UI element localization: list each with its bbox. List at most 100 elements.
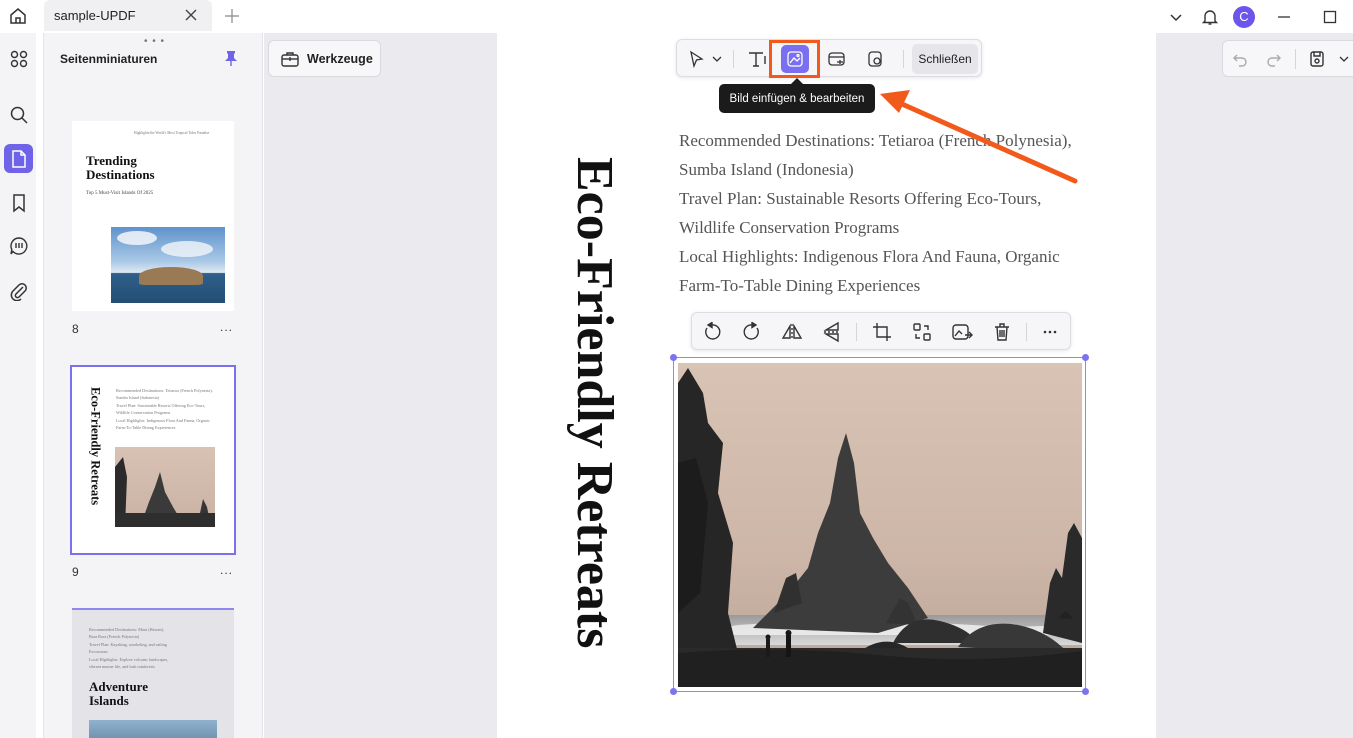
body-line: Farm-To-Table Dining Experiences bbox=[679, 271, 1089, 300]
rail-search-button[interactable] bbox=[4, 100, 33, 129]
flip-vertical-button[interactable] bbox=[818, 318, 846, 346]
account-button[interactable]: C bbox=[1227, 0, 1261, 33]
thumb-9-line: Sumba Island (Indonesia) bbox=[116, 394, 228, 401]
thumb-9-line: Farm-To-Table Dining Experiences bbox=[116, 424, 228, 431]
rotate-left-button[interactable] bbox=[698, 318, 726, 346]
pages-icon bbox=[10, 149, 28, 169]
rail-bookmarks-button[interactable] bbox=[4, 188, 33, 217]
undo-button[interactable] bbox=[1223, 40, 1257, 77]
workspace: Werkzeuge Eco-Friendly Retreats bbox=[264, 33, 1353, 738]
body-line: Travel Plan: Sustainable Resorts Offerin… bbox=[679, 184, 1089, 213]
rotate-right-icon bbox=[742, 322, 762, 342]
grid-icon bbox=[9, 49, 29, 69]
new-tab-icon[interactable] bbox=[222, 6, 242, 26]
page-image[interactable] bbox=[678, 363, 1082, 687]
thumb-10-image bbox=[89, 720, 217, 738]
resize-handle-top-right[interactable] bbox=[1082, 354, 1089, 361]
pin-icon[interactable] bbox=[224, 50, 238, 66]
thumbnail-page-9[interactable]: Eco-Friendly Retreats Recommended Destin… bbox=[72, 367, 234, 553]
body-line: Recommended Destinations: Tetiaroa (Fren… bbox=[679, 126, 1089, 155]
rail-attachments-button[interactable] bbox=[4, 276, 33, 305]
add-link-button[interactable] bbox=[823, 45, 851, 73]
resize-handle-bottom-right[interactable] bbox=[1082, 688, 1089, 695]
thumb-10-line: Travel Plan: Kayaking, snorkeling, and s… bbox=[89, 641, 219, 648]
thumb-10-line: vibrant marine life, and lush rainforest… bbox=[89, 663, 219, 670]
extract-image-icon bbox=[951, 322, 973, 342]
home-button[interactable] bbox=[4, 4, 32, 28]
thumb-8-image bbox=[111, 227, 225, 303]
thumbnail-page-10[interactable]: Recommended Destinations: Maui (Hawaii),… bbox=[72, 608, 234, 738]
thumbnails-panel: • • • Seitenminiaturen Highlights/the Wo… bbox=[43, 33, 263, 738]
crop-icon bbox=[872, 322, 892, 342]
redo-icon bbox=[1266, 51, 1282, 67]
close-edit-button[interactable]: Schließen bbox=[912, 44, 978, 74]
page-vertical-title[interactable]: Eco-Friendly Retreats bbox=[557, 123, 631, 683]
edit-toolbar: Schließen bbox=[676, 39, 982, 77]
tools-button[interactable]: Werkzeuge bbox=[268, 40, 381, 77]
tools-label: Werkzeuge bbox=[307, 52, 373, 66]
text-icon bbox=[747, 50, 767, 68]
delete-image-button[interactable] bbox=[988, 318, 1016, 346]
page-body-text[interactable]: Recommended Destinations: Tetiaroa (Fren… bbox=[679, 126, 1089, 300]
thumb-10-line: Recommended Destinations: Maui (Hawaii), bbox=[89, 626, 219, 633]
flip-horizontal-icon bbox=[781, 322, 803, 342]
thumbnail-page-number: 8 bbox=[72, 322, 79, 336]
chevron-down-icon bbox=[712, 54, 722, 64]
minimize-button[interactable] bbox=[1261, 0, 1307, 33]
more-options-button[interactable] bbox=[1036, 318, 1064, 346]
undo-icon bbox=[1232, 51, 1248, 67]
tooltip: Bild einfügen & bearbeiten bbox=[719, 84, 875, 113]
tab-title: sample-UPDF bbox=[54, 8, 136, 23]
left-icon-rail bbox=[0, 33, 36, 738]
bookmark-icon bbox=[10, 193, 28, 213]
resize-handle-top-left[interactable] bbox=[670, 354, 677, 361]
rail-comments-button[interactable] bbox=[4, 231, 33, 260]
selected-image-frame[interactable] bbox=[673, 357, 1086, 692]
thumb-9-image bbox=[115, 447, 215, 527]
replace-image-button[interactable] bbox=[908, 318, 936, 346]
rotate-right-button[interactable] bbox=[738, 318, 766, 346]
thumb-10-line: Excursions bbox=[89, 648, 219, 655]
notifications-button[interactable] bbox=[1193, 0, 1227, 33]
thumb-10-line: Local Highlights: Explore volcanic lands… bbox=[89, 656, 219, 663]
add-text-button[interactable] bbox=[743, 45, 771, 73]
image-toolbar bbox=[691, 312, 1071, 350]
save-options-button[interactable] bbox=[1334, 40, 1353, 77]
link-box-icon bbox=[827, 50, 847, 68]
replace-image-icon bbox=[912, 322, 932, 342]
save-button[interactable] bbox=[1300, 40, 1334, 77]
history-toolbar bbox=[1222, 40, 1353, 77]
maximize-button[interactable] bbox=[1307, 0, 1353, 33]
watermark-button[interactable] bbox=[861, 45, 889, 73]
toolbox-icon bbox=[280, 50, 300, 68]
flip-horizontal-button[interactable] bbox=[778, 318, 806, 346]
thumb-8-subheading: Top 5 Must-Visit Islands Of 2025 bbox=[86, 191, 153, 196]
panel-grip-icon[interactable]: • • • bbox=[144, 36, 165, 47]
thumb-8-top-text: Highlights/the World's Most Tropical Tid… bbox=[134, 131, 209, 135]
resize-handle-bottom-left[interactable] bbox=[670, 688, 677, 695]
thumbnail-more-button[interactable]: ... bbox=[220, 320, 233, 334]
select-tool-dropdown[interactable] bbox=[709, 45, 725, 73]
document-tab[interactable]: sample-UPDF bbox=[44, 0, 212, 31]
title-bar: sample-UPDF C bbox=[0, 0, 1353, 33]
tabs-dropdown-button[interactable] bbox=[1159, 0, 1193, 33]
rail-organize-button[interactable] bbox=[4, 44, 33, 73]
thumb-10-text: Recommended Destinations: Maui (Hawaii),… bbox=[89, 626, 219, 670]
delete-icon bbox=[993, 322, 1011, 342]
thumb-9-line: Wildlife Conservation Programs bbox=[116, 409, 228, 416]
thumbnail-more-button[interactable]: ... bbox=[220, 563, 233, 577]
extract-image-button[interactable] bbox=[948, 318, 976, 346]
bell-icon bbox=[1201, 8, 1219, 26]
thumb-10-heading: Adventure Islands bbox=[89, 680, 179, 708]
window-controls: C bbox=[1159, 0, 1353, 33]
thumb-9-line: Local Highlights: Indigenous Flora And F… bbox=[116, 417, 228, 424]
crop-button[interactable] bbox=[868, 318, 896, 346]
close-tab-icon[interactable] bbox=[184, 8, 198, 22]
redo-button[interactable] bbox=[1257, 40, 1291, 77]
thumbnails-panel-title: Seitenminiaturen bbox=[60, 52, 157, 66]
select-tool-button[interactable] bbox=[683, 45, 709, 73]
thumbnail-page-8[interactable]: Highlights/the World's Most Tropical Tid… bbox=[72, 121, 234, 311]
rail-pages-button[interactable] bbox=[4, 144, 33, 173]
pdf-page: Eco-Friendly Retreats Recommended Destin… bbox=[497, 33, 1156, 738]
avatar: C bbox=[1233, 6, 1255, 28]
